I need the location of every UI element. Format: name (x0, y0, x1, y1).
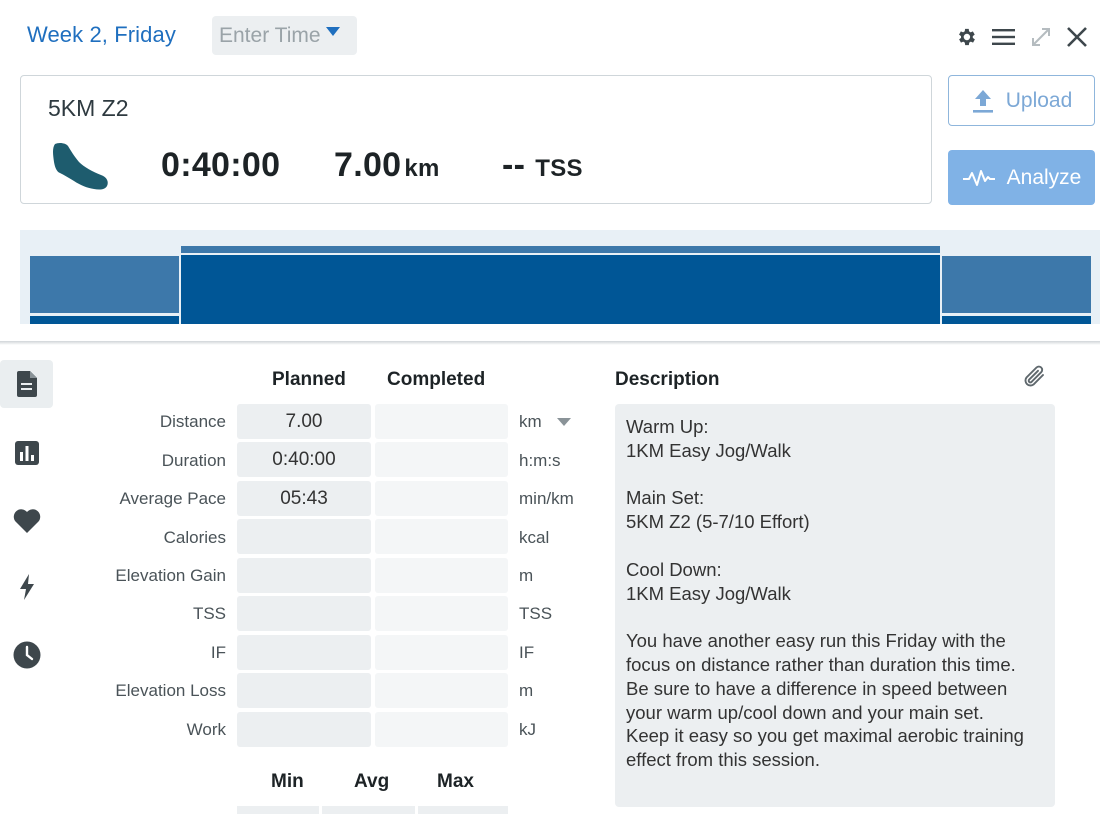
upload-icon (971, 88, 995, 114)
row-label-average-pace: Average Pace (119, 489, 226, 508)
cooldown-step-base (942, 316, 1091, 324)
row-label-work: Work (186, 720, 226, 739)
planned-duration-input[interactable]: 0:40:00 (237, 442, 371, 477)
elevation-gain-unit: m (519, 566, 534, 585)
calories-unit: kcal (519, 528, 550, 547)
main-set-step-bar (181, 255, 940, 324)
tss-value: -- (502, 146, 526, 184)
planned-calories-input[interactable] (237, 519, 371, 554)
row-label-elevation-gain: Elevation Gain (115, 566, 226, 585)
warmup-step-bar (30, 256, 179, 313)
analyze-button[interactable]: Analyze (948, 150, 1095, 205)
paperclip-icon[interactable] (1021, 363, 1049, 391)
cooldown-step-bar (942, 256, 1091, 313)
enter-time-dropdown[interactable]: Enter Time (212, 16, 357, 55)
row-label-tss: TSS (192, 604, 226, 623)
distance-unit: km (404, 155, 440, 182)
if-unit: IF (519, 643, 535, 662)
completed-distance-input[interactable] (375, 404, 508, 439)
work-unit: kJ (519, 720, 536, 739)
pace-unit: min/km (519, 489, 574, 508)
completed-duration-input[interactable] (375, 442, 508, 477)
upload-button[interactable]: Upload (948, 75, 1095, 126)
min-input[interactable] (237, 806, 319, 814)
duration-stat: 0:40:00 (161, 146, 280, 185)
duration-value: 0:40:00 (161, 146, 281, 184)
planned-tss-input[interactable] (237, 596, 371, 631)
completed-elevation-gain-input[interactable] (375, 558, 508, 593)
document-icon (16, 371, 37, 397)
rail-details-tab[interactable] (0, 360, 53, 408)
workout-name[interactable]: 5KM Z2 (48, 95, 129, 122)
workout-structure-graph[interactable] (20, 230, 1100, 324)
analyze-label: Analyze (1006, 165, 1082, 189)
expand-icon[interactable] (1029, 25, 1053, 49)
duration-unit: h:m:s (519, 451, 561, 470)
page-title: Week 2, Friday (27, 22, 176, 47)
lightning-icon (19, 574, 34, 600)
planned-if-input[interactable] (237, 635, 371, 670)
row-label-elevation-loss: Elevation Loss (115, 681, 226, 700)
warmup-step-base (30, 316, 179, 324)
bar-chart-icon (14, 441, 39, 465)
section-divider (0, 341, 1100, 345)
distance-stat: 7.00 km (334, 146, 440, 185)
upload-label: Upload (1005, 88, 1073, 112)
completed-calories-input[interactable] (375, 519, 508, 554)
rail-power-tab[interactable] (0, 563, 53, 611)
gear-icon[interactable] (955, 26, 977, 48)
enter-time-placeholder: Enter Time (219, 23, 321, 47)
planned-column-header: Planned (272, 369, 346, 390)
distance-unit-select[interactable]: km (519, 412, 542, 432)
avg-input[interactable] (322, 806, 415, 814)
description-textarea[interactable]: Warm Up: 1KM Easy Jog/Walk Main Set: 5KM… (615, 404, 1055, 807)
max-input[interactable] (418, 806, 508, 814)
completed-pace-input[interactable] (375, 481, 508, 516)
heart-icon (13, 508, 40, 533)
rail-history-tab[interactable] (0, 631, 53, 679)
planned-elevation-gain-input[interactable] (237, 558, 371, 593)
distance-value: 7.00 (334, 146, 402, 184)
rail-heart-tab[interactable] (0, 496, 53, 544)
planned-distance-input[interactable]: 7.00 (237, 404, 371, 439)
avg-column-header: Avg (354, 771, 390, 792)
running-shoe-icon (53, 142, 108, 190)
row-label-distance: Distance (159, 412, 226, 431)
row-label-duration: Duration (161, 451, 226, 470)
caret-down-icon (325, 27, 340, 36)
unit-caret-down-icon[interactable] (557, 418, 571, 426)
main-set-step-top (181, 246, 940, 253)
planned-work-input[interactable] (237, 712, 371, 747)
elevation-loss-unit: m (519, 681, 534, 700)
description-header: Description (615, 369, 720, 390)
planned-pace-input[interactable]: 05:43 (237, 481, 371, 516)
tss-unit: TSS (535, 155, 583, 182)
row-label-calories: Calories (163, 528, 226, 547)
row-label-if: IF (210, 643, 226, 662)
pulse-icon (962, 168, 996, 188)
completed-elevation-loss-input[interactable] (375, 673, 508, 708)
rail-chart-tab[interactable] (0, 429, 53, 477)
tss-stat: -- TSS (502, 146, 583, 185)
planned-elevation-loss-input[interactable] (237, 673, 371, 708)
hamburger-menu-icon[interactable] (992, 28, 1015, 46)
completed-work-input[interactable] (375, 712, 508, 747)
workout-summary-card: 5KM Z2 0:40:00 7.00 km -- TSS (20, 75, 932, 204)
clock-icon (13, 641, 40, 669)
completed-if-input[interactable] (375, 635, 508, 670)
close-icon[interactable] (1066, 26, 1088, 48)
completed-column-header: Completed (387, 369, 486, 390)
max-column-header: Max (437, 771, 474, 792)
min-column-header: Min (271, 771, 304, 792)
completed-tss-input[interactable] (375, 596, 508, 631)
tss-unit-label: TSS (519, 604, 553, 623)
